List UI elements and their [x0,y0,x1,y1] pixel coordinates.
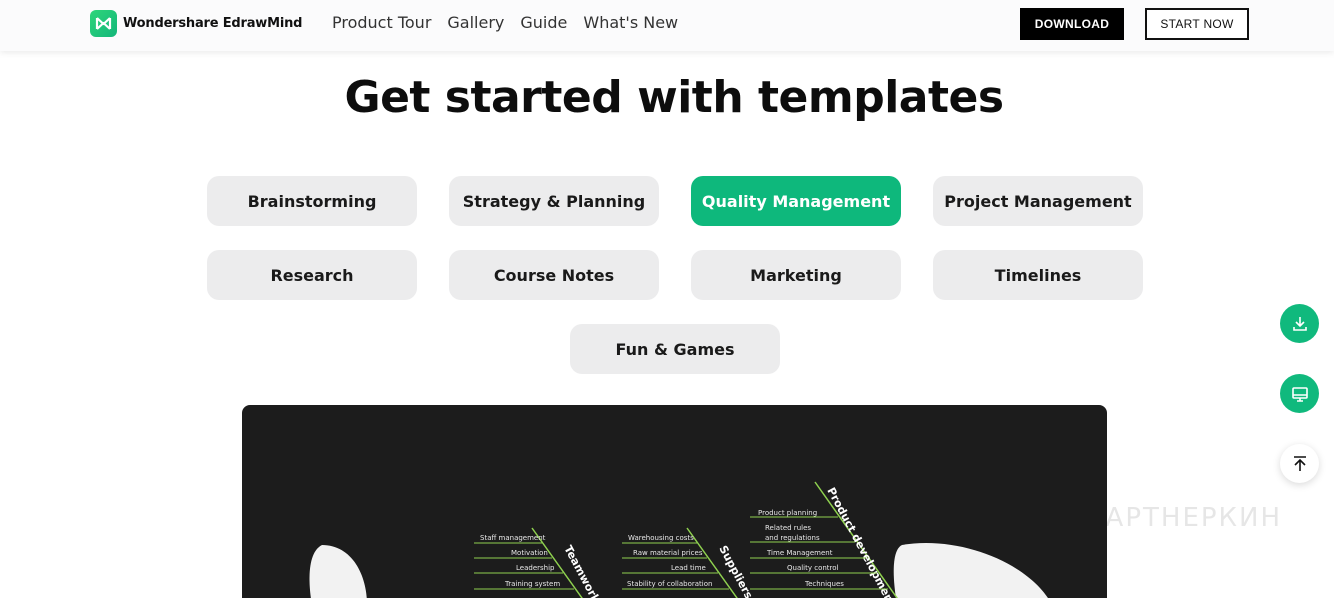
leaf-label: Stability of collaboration [627,580,712,588]
nav-whats-new[interactable]: What's New [583,13,678,32]
back-to-top-button[interactable] [1280,444,1319,483]
leaf-label: Lead time [671,564,706,572]
category-brainstorming[interactable]: Brainstorming [207,176,417,226]
category-quality-management[interactable]: Quality Management [691,176,901,226]
template-preview[interactable]: Teamwork Staff management Motivation Lea… [242,405,1107,598]
side-download-button[interactable] [1280,304,1319,343]
fish-head-shape [893,543,1048,598]
leaf-label: Training system [504,580,560,588]
category-research[interactable]: Research [207,250,417,300]
leaf-label: and regulations [765,534,820,542]
nav-guide[interactable]: Guide [520,13,567,32]
leaf-label: Product planning [758,509,817,517]
side-desktop-button[interactable] [1280,374,1319,413]
watermark-text: ПАРТНЕРКИН [1084,503,1283,533]
nav-product-tour[interactable]: Product Tour [332,13,431,32]
leaf-label: Motivation [511,549,548,557]
category-timelines[interactable]: Timelines [933,250,1143,300]
brand-name: Wondershare EdrawMind [123,16,303,31]
category-fun-games[interactable]: Fun & Games [570,324,780,374]
leaf-label: Time Management [766,549,833,557]
leaf-label: Techniques [804,580,844,588]
download-icon [1292,316,1307,331]
category-marketing[interactable]: Marketing [691,250,901,300]
category-course-notes[interactable]: Course Notes [449,250,659,300]
leaf-label: Related rules [765,524,811,532]
branch-teamwork: Teamwork [561,543,602,598]
desktop-icon [1291,386,1308,402]
top-navbar: Wondershare EdrawMind Product Tour Galle… [0,0,1334,51]
leaf-label: Quality control [787,564,839,572]
leaf-label: Raw material prices [633,549,703,557]
start-now-button[interactable]: START NOW [1145,8,1249,40]
back-to-top-icon [1293,455,1306,471]
fish-tail-shape [309,545,367,598]
edrawmind-logo-icon [90,10,117,37]
category-strategy-planning[interactable]: Strategy & Planning [449,176,659,226]
brand-logo[interactable]: Wondershare EdrawMind [90,10,302,37]
fishbone-diagram: Teamwork Staff management Motivation Lea… [309,481,1048,598]
main-nav: Product Tour Gallery Guide What's New [332,13,678,32]
branch-suppliers: Suppliers [716,543,755,598]
leaf-label: Staff management [480,534,546,542]
page-title: Get started with templates [344,72,1004,123]
nav-gallery[interactable]: Gallery [447,13,504,32]
download-button[interactable]: DOWNLOAD [1020,8,1124,40]
category-project-management[interactable]: Project Management [933,176,1143,226]
leaf-label: Warehousing costs [628,534,694,542]
leaf-label: Leadership [516,564,555,572]
